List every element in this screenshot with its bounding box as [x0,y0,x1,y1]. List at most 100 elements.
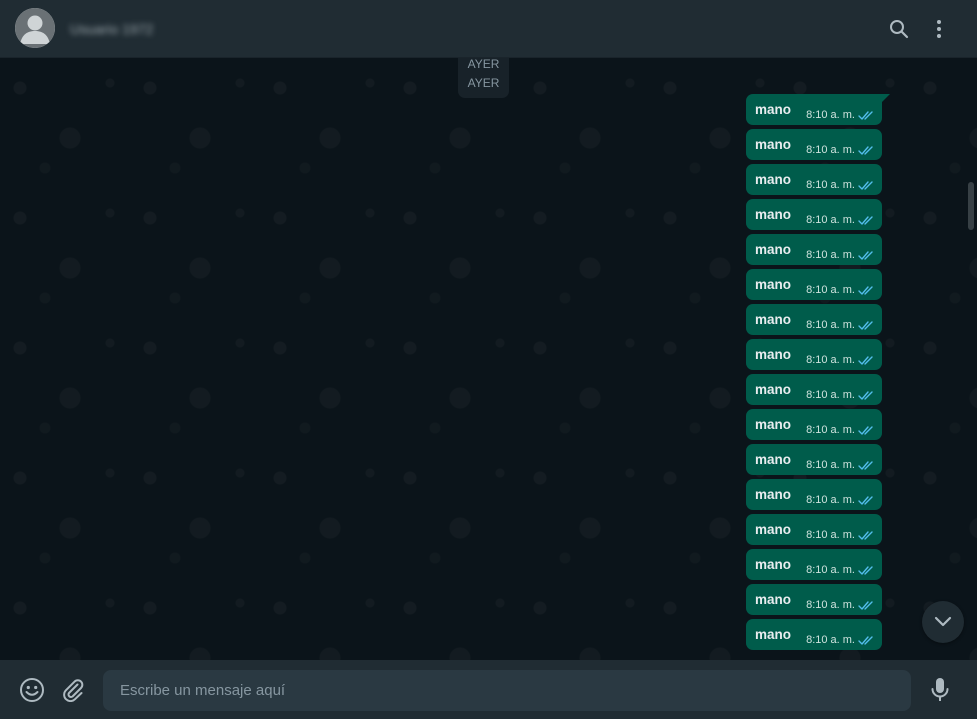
double-check-icon [858,425,873,435]
message-bubble[interactable]: mano 8:10 a. m. [746,549,882,580]
double-check-icon [858,530,873,540]
double-check-icon [858,285,873,295]
message-text: mano [755,207,792,222]
emoji-icon[interactable] [19,677,45,703]
message-meta: 8:10 a. m. [806,529,874,541]
message-meta: 8:10 a. m. [806,634,874,646]
message-time: 8:10 a. m. [806,529,855,541]
message-text: mano [755,592,792,607]
message-time: 8:10 a. m. [806,179,855,191]
message-text: mano [755,102,792,117]
message-time: 8:10 a. m. [806,634,855,646]
date-separator: AYER AYER [458,58,509,98]
message-bubble[interactable]: mano 8:10 a. m. [746,94,890,125]
message-input[interactable] [103,670,911,711]
message-bubble[interactable]: mano 8:10 a. m. [746,164,882,195]
composer-bar [0,660,977,719]
message-bubble[interactable]: mano 8:10 a. m. [746,269,882,300]
message-text: mano [755,137,792,152]
double-check-icon [858,355,873,365]
message-text: mano [755,277,792,292]
message-time: 8:10 a. m. [806,214,855,226]
message-bubble[interactable]: mano 8:10 a. m. [746,409,882,440]
double-check-icon [858,250,873,260]
message-time: 8:10 a. m. [806,354,855,366]
message-meta: 8:10 a. m. [806,179,874,191]
message-bubble[interactable]: mano 8:10 a. m. [746,339,882,370]
default-avatar-icon [15,8,55,48]
message-meta: 8:10 a. m. [806,109,874,121]
message-bubble[interactable]: mano 8:10 a. m. [746,584,882,615]
microphone-icon[interactable] [927,677,953,703]
message-time: 8:10 a. m. [806,109,855,121]
double-check-icon [858,180,873,190]
message-meta: 8:10 a. m. [806,144,874,156]
message-text: mano [755,312,792,327]
double-check-icon [858,635,873,645]
message-bubble[interactable]: mano 8:10 a. m. [746,479,882,510]
message-meta: 8:10 a. m. [806,354,874,366]
more-vertical-icon[interactable] [927,17,951,41]
message-text: mano [755,347,792,362]
message-list[interactable]: AYER AYER mano 8:10 a. m. mano 8:10 a. m. ma… [0,58,977,660]
outgoing-messages: mano 8:10 a. m. mano 8:10 a. m. mano 8:10 a. … [746,94,890,654]
message-time: 8:10 a. m. [806,389,855,401]
double-check-icon [858,495,873,505]
message-bubble[interactable]: mano 8:10 a. m. [746,199,882,230]
message-time: 8:10 a. m. [806,599,855,611]
message-time: 8:10 a. m. [806,424,855,436]
message-text: mano [755,557,792,572]
message-time: 8:10 a. m. [806,459,855,471]
chevron-down-icon [934,616,952,627]
double-check-icon [858,145,873,155]
double-check-icon [858,215,873,225]
double-check-icon [858,565,873,575]
message-time: 8:10 a. m. [806,284,855,296]
double-check-icon [858,320,873,330]
paperclip-icon[interactable] [60,677,86,703]
message-meta: 8:10 a. m. [806,599,874,611]
message-text: mano [755,487,792,502]
message-time: 8:10 a. m. [806,564,855,576]
message-text: mano [755,242,792,257]
message-meta: 8:10 a. m. [806,424,874,436]
scroll-to-bottom-button[interactable] [922,601,964,643]
message-text: mano [755,172,792,187]
double-check-icon [858,460,873,470]
message-meta: 8:10 a. m. [806,494,874,506]
message-time: 8:10 a. m. [806,144,855,156]
message-meta: 8:10 a. m. [806,249,874,261]
message-time: 8:10 a. m. [806,494,855,506]
chat-header: Usuario 1972 [0,0,977,58]
avatar[interactable] [15,8,55,48]
message-text: mano [755,627,792,642]
message-meta: 8:10 a. m. [806,564,874,576]
message-text: mano [755,452,792,467]
message-meta: 8:10 a. m. [806,459,874,471]
message-text: mano [755,522,792,537]
message-bubble[interactable]: mano 8:10 a. m. [746,304,882,335]
message-input-box[interactable] [103,670,911,711]
message-text: mano [755,382,792,397]
date-separator-prev: AYER [467,58,500,71]
message-bubble[interactable]: mano 8:10 a. m. [746,444,882,475]
message-bubble[interactable]: mano 8:10 a. m. [746,619,882,650]
message-bubble[interactable]: mano 8:10 a. m. [746,374,882,405]
message-meta: 8:10 a. m. [806,389,874,401]
message-bubble[interactable]: mano 8:10 a. m. [746,129,882,160]
contact-name[interactable]: Usuario 1972 [70,21,153,39]
message-meta: 8:10 a. m. [806,284,874,296]
message-bubble[interactable]: mano 8:10 a. m. [746,234,882,265]
message-time: 8:10 a. m. [806,319,855,331]
scrollbar-thumb[interactable] [968,182,974,230]
message-meta: 8:10 a. m. [806,319,874,331]
double-check-icon [858,390,873,400]
message-text: mano [755,417,792,432]
message-meta: 8:10 a. m. [806,214,874,226]
message-bubble[interactable]: mano 8:10 a. m. [746,514,882,545]
search-icon[interactable] [887,17,911,41]
date-separator-label: AYER [467,76,500,90]
double-check-icon [858,110,873,120]
message-time: 8:10 a. m. [806,249,855,261]
double-check-icon [858,600,873,610]
